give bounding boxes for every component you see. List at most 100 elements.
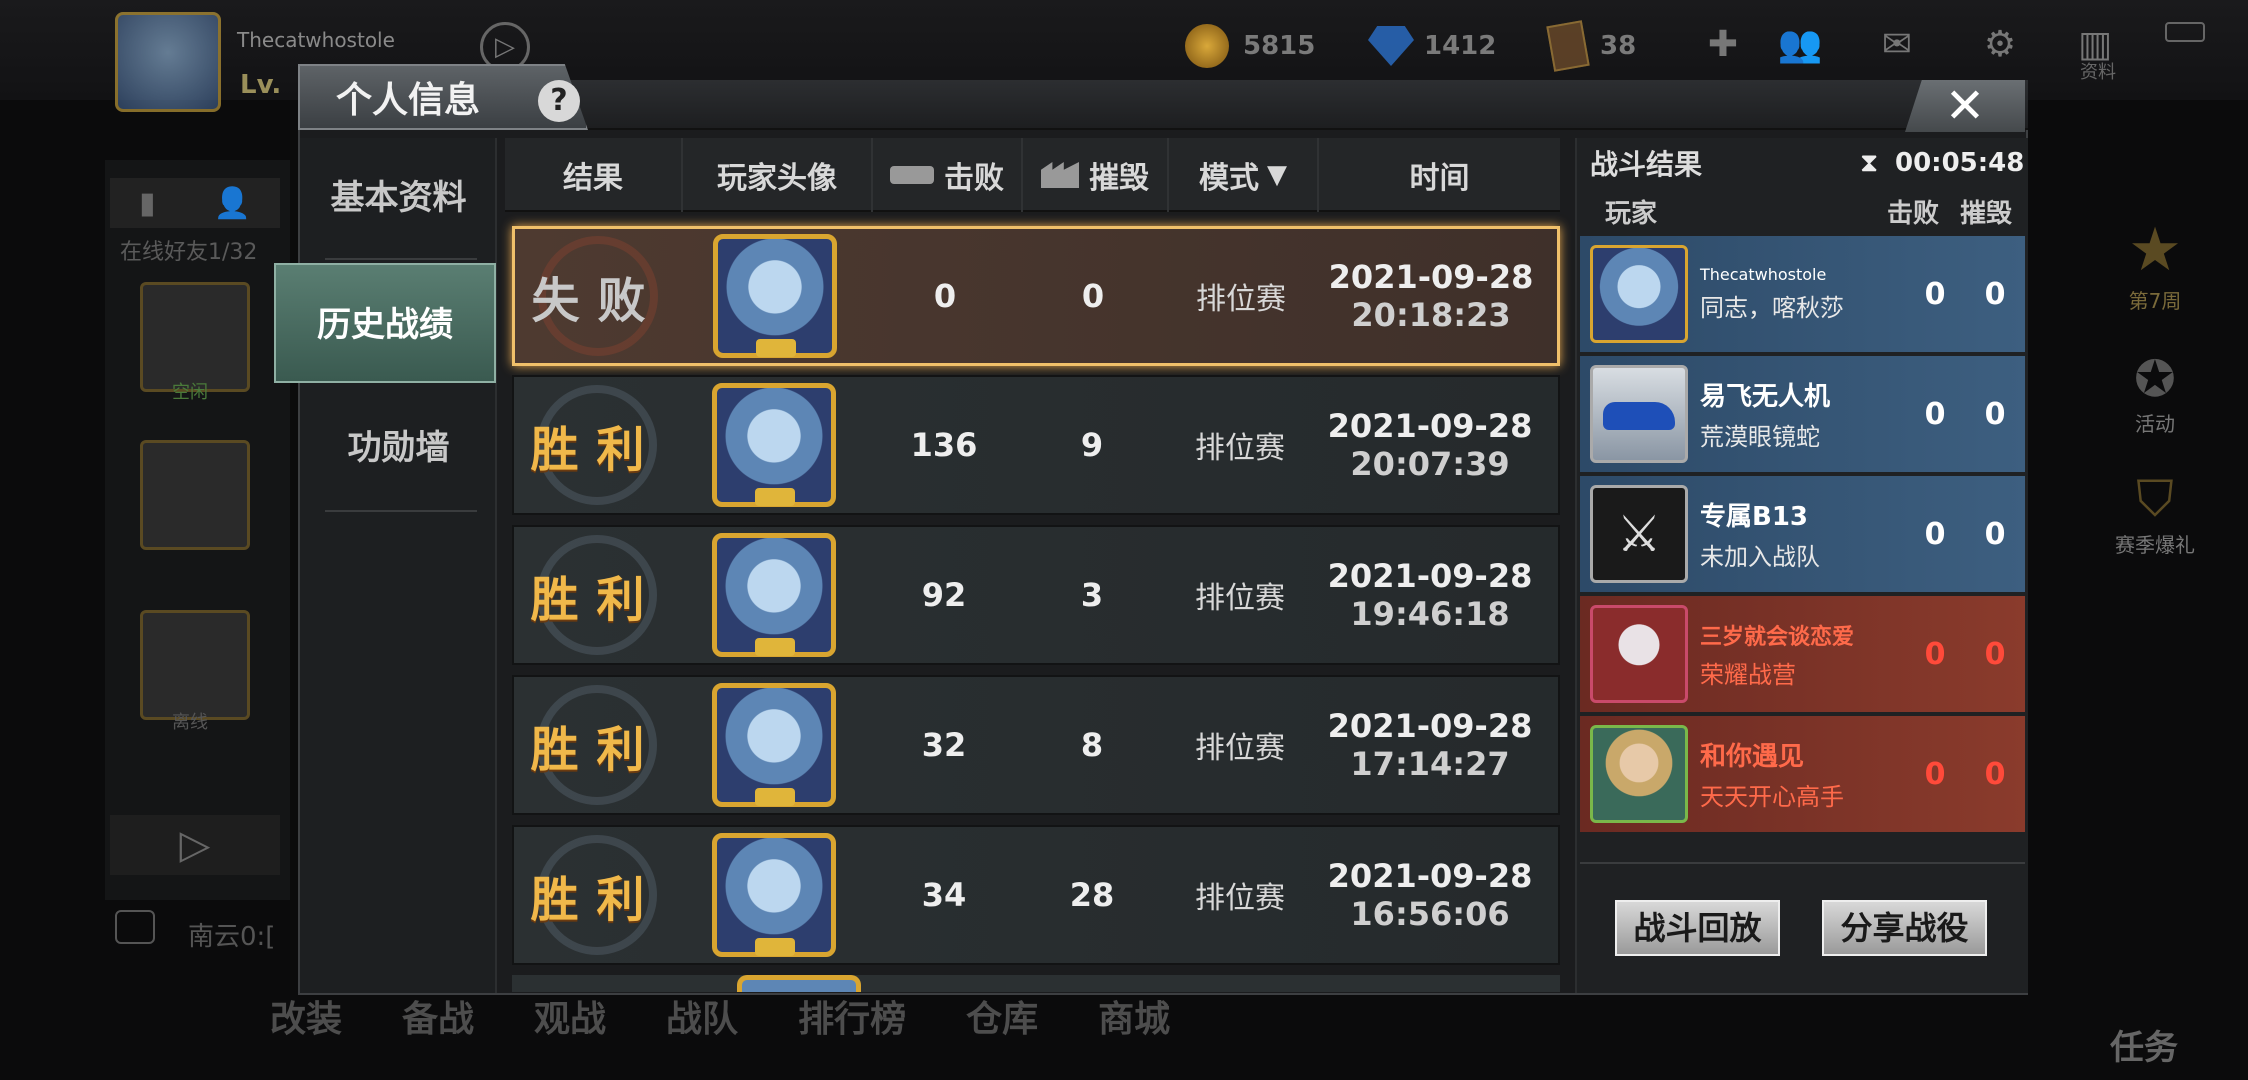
friends-tabs[interactable]: ▮ 👤: [110, 178, 280, 228]
player-team: 荣耀战营: [1700, 660, 1796, 689]
table-row[interactable]: 失败 0 0 排位赛 2021-09-28 20:18:23: [512, 226, 1560, 366]
nav-spectate[interactable]: 观战: [534, 990, 606, 1050]
mail-icon[interactable]: ✉: [1872, 22, 1922, 68]
result-cell: 胜利: [514, 527, 679, 663]
week-badge[interactable]: ★ 第7周: [2095, 215, 2215, 315]
tab-history[interactable]: 历史战绩: [274, 263, 496, 383]
player-name: Thecatwhostole: [1700, 265, 1827, 284]
player-avatar[interactable]: [115, 12, 221, 112]
col-destroy: 摧毁: [1960, 199, 2013, 229]
person-icon[interactable]: 👤: [214, 186, 251, 221]
defeat-count: 136: [910, 426, 978, 464]
close-button[interactable]: ✕: [1905, 80, 2025, 132]
friends-icon[interactable]: 👥: [1775, 22, 1825, 68]
gold-coin-icon: [1185, 24, 1229, 68]
destroy-count: 9: [1080, 426, 1104, 464]
col-destroy: 摧毁: [1023, 138, 1169, 212]
expand-arrow-icon[interactable]: ▷: [110, 815, 280, 875]
table-row[interactable]: 胜利 34 28 排位赛 2021-09-28 16:56:06: [512, 825, 1560, 965]
diamond-value: 1412: [1424, 31, 1497, 61]
player-row[interactable]: 易飞无人机 荒漠眼镜蛇 0 0: [1580, 356, 2025, 472]
col-defeat: 击败: [1887, 199, 1940, 229]
nav-leaderboard[interactable]: 排行榜: [798, 990, 906, 1050]
avatar[interactable]: ⚔: [1590, 485, 1688, 583]
player-name: 和你遇见: [1700, 742, 1805, 772]
avatar[interactable]: [1590, 725, 1688, 823]
player-team: 未加入战队: [1700, 543, 1820, 571]
time-cell: 2021-09-28 19:46:18: [1315, 557, 1545, 633]
nav-divider: [325, 258, 477, 260]
result-text: 胜利: [530, 422, 663, 478]
table-row[interactable]: 胜利 32 8 排位赛 2021-09-28 17:14:27: [512, 675, 1560, 815]
player-defeat: 0: [1924, 756, 1946, 792]
add-icon[interactable]: ✚: [1698, 22, 1748, 68]
table-row-partial: [512, 975, 1560, 992]
avatar[interactable]: [712, 683, 836, 807]
friend-status: 空闲: [172, 382, 208, 403]
season-gift-button[interactable]: ⛉ 赛季爆礼: [2095, 470, 2215, 558]
clock-text: 20:07:39: [1350, 445, 1510, 483]
avatar[interactable]: [1590, 245, 1688, 343]
player-row[interactable]: ⚔ 专属B13 未加入战队 0 0: [1580, 476, 2025, 592]
chart-icon[interactable]: ▮: [139, 186, 156, 221]
nav-divider: [325, 510, 477, 512]
avatar[interactable]: [1590, 365, 1688, 463]
time-cell: 2021-09-28 16:56:06: [1315, 857, 1545, 933]
tank-icon: [890, 166, 934, 184]
battle-replay-button[interactable]: 战斗回放: [1615, 900, 1780, 956]
col-player: 玩家: [1605, 199, 1658, 229]
table-row[interactable]: 胜利 136 9 排位赛 2021-09-28 20:07:39: [512, 375, 1560, 515]
chat-preview: 南云0:[: [188, 922, 276, 952]
result-text: 胜利: [530, 572, 663, 628]
tab-basic-info[interactable]: 基本资料: [300, 155, 497, 241]
col-defeat: 击败: [873, 138, 1023, 212]
player-name: 易飞无人机: [1700, 382, 1831, 412]
col-mode[interactable]: 模式 ▼: [1169, 138, 1319, 212]
result-cell: 失败: [515, 229, 680, 363]
nav-warehouse[interactable]: 仓库: [966, 990, 1038, 1050]
nav-shop[interactable]: 商城: [1098, 990, 1170, 1050]
card-icon: [1546, 20, 1590, 72]
task-button[interactable]: 任务: [2110, 1020, 2178, 1069]
player-row[interactable]: 三岁就会谈恋爱 荣耀战营 0 0: [1580, 596, 2025, 712]
nav-prepare[interactable]: 备战: [402, 990, 474, 1050]
tab-honor-wall[interactable]: 功勋墙: [300, 405, 497, 491]
defeat-count: 32: [921, 726, 967, 764]
friend-avatar[interactable]: [140, 610, 250, 720]
battle-timer: 00:05:48: [1895, 148, 2025, 178]
player-destroy: 0: [1984, 276, 2006, 312]
avatar[interactable]: [712, 533, 836, 657]
history-table-header: 结果 玩家头像 击败 摧毁 模式 ▼ 时间: [505, 138, 1560, 212]
activity-button[interactable]: ✪ 活动: [2095, 350, 2215, 437]
diamond-icon: [1368, 26, 1414, 66]
col-time: 时间: [1409, 161, 1470, 196]
gear-icon[interactable]: ⚙: [1975, 22, 2025, 68]
avatar[interactable]: [713, 234, 837, 358]
player-destroy: 0: [1984, 396, 2006, 432]
friend-avatar[interactable]: [140, 440, 250, 550]
avatar[interactable]: [712, 833, 836, 957]
player-row[interactable]: Thecatwhostole 同志，喀秋莎 0 0: [1580, 236, 2025, 352]
player-destroy: 0: [1984, 756, 2006, 792]
friend-avatar[interactable]: [140, 282, 250, 392]
nav-team[interactable]: 战队: [666, 990, 738, 1050]
nav-modify[interactable]: 改装: [270, 990, 342, 1050]
gold-counter: 5815: [1185, 22, 1315, 70]
defeat-count: 34: [921, 876, 967, 914]
chat-icon[interactable]: [115, 910, 155, 944]
player-team: 同志，喀秋莎: [1700, 294, 1844, 322]
clock-text: 16:56:06: [1350, 895, 1510, 933]
diamond-counter: 1412: [1368, 22, 1496, 70]
avatar[interactable]: [712, 383, 836, 507]
table-row[interactable]: 胜利 92 3 排位赛 2021-09-28 19:46:18: [512, 525, 1560, 665]
wings-icon: ⚔: [1616, 505, 1662, 563]
mode-text: 排位赛: [1195, 581, 1285, 616]
date-text: 2021-09-28: [1327, 857, 1533, 895]
player-row[interactable]: 和你遇见 天天开心高手 0 0: [1580, 716, 2025, 832]
player-defeat: 0: [1924, 276, 1946, 312]
help-icon[interactable]: ?: [538, 80, 580, 122]
share-battle-button[interactable]: 分享战役: [1822, 900, 1987, 956]
avatar[interactable]: [1590, 605, 1688, 703]
gold-value: 5815: [1243, 31, 1316, 61]
avatar: [737, 975, 861, 992]
